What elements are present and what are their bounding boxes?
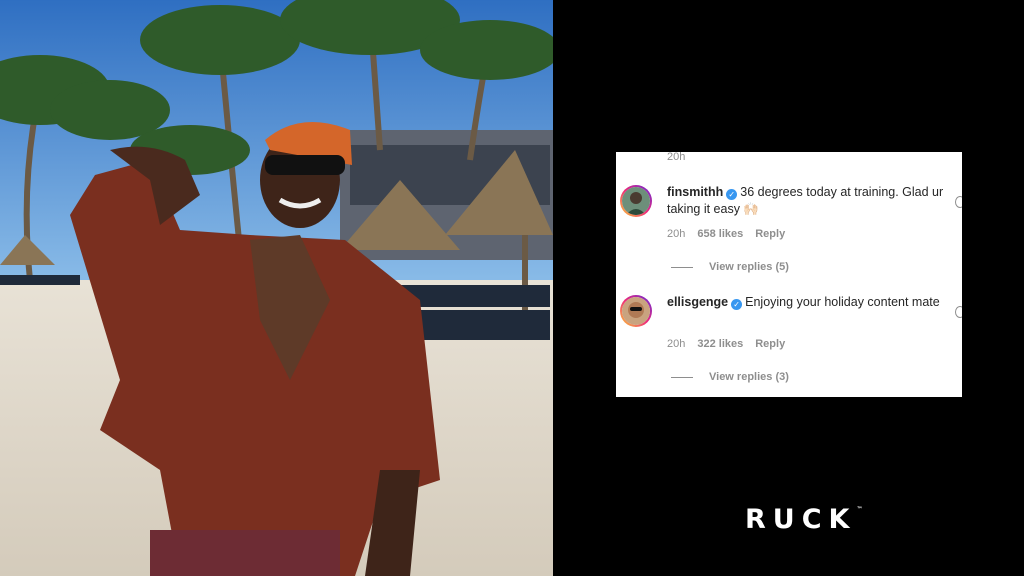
comment-time: 20h: [667, 228, 686, 240]
comment-item: finsmithh ✓ 36 degrees today at training. …: [616, 184, 962, 294]
view-replies-label: View replies (3): [709, 371, 789, 383]
view-replies-label: View replies (5): [709, 261, 789, 273]
verified-badge-icon: ✓: [726, 189, 738, 200]
verified-badge-icon: ✓: [731, 299, 743, 310]
avatar-image: [622, 297, 650, 325]
avatar-image: [622, 187, 650, 215]
view-replies-button[interactable]: View replies (3): [671, 371, 789, 383]
comment-item: ellisgenge ✓ Enjoying your holiday content…: [616, 294, 962, 397]
like-heart-icon[interactable]: [955, 196, 962, 208]
avatar[interactable]: [620, 185, 652, 217]
comment-username[interactable]: finsmithh: [667, 185, 723, 199]
logo-text: RUCK: [745, 504, 857, 535]
divider-line: [671, 266, 693, 268]
reply-button[interactable]: Reply: [755, 338, 785, 350]
comment-username[interactable]: ellisgenge: [667, 295, 728, 309]
avatar[interactable]: [620, 295, 652, 327]
likes-count[interactable]: 658 likes: [697, 228, 743, 240]
comment-meta: 20h 322 likes Reply: [667, 338, 797, 350]
ruck-logo: RUCK™: [745, 504, 862, 535]
reply-button[interactable]: Reply: [755, 228, 785, 240]
comment-text: ellisgenge ✓ Enjoying your holiday content…: [667, 294, 952, 311]
view-replies-button[interactable]: View replies (5): [671, 261, 789, 273]
comment-meta: 20h 658 likes Reply: [667, 228, 797, 240]
comment-time: 20h: [667, 338, 686, 350]
beach-photo: [0, 0, 553, 576]
comments-panel: 20h finsmithh ✓ 36 degrees today at traini…: [616, 152, 962, 397]
like-heart-icon[interactable]: [955, 306, 962, 318]
comment-text: finsmithh ✓ 36 degrees today at training. …: [667, 184, 952, 218]
likes-count[interactable]: 322 likes: [697, 338, 743, 350]
comment-timestamp: 20h: [667, 152, 686, 163]
comment-body: Enjoying your holiday content mate: [745, 295, 940, 309]
trademark-symbol: ™: [856, 506, 863, 513]
divider-line: [671, 376, 693, 378]
